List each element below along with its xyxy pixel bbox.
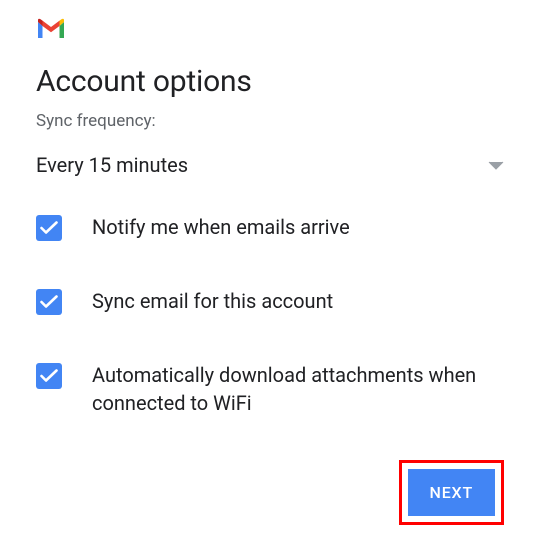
gmail-icon [36,18,66,40]
attachments-checkbox[interactable] [36,363,62,389]
check-icon [40,295,58,309]
sync-checkbox[interactable] [36,289,62,315]
next-highlight-box: NEXT [399,460,504,525]
sync-frequency-label: Sync frequency: [36,111,504,131]
sync-frequency-select[interactable]: Every 15 minutes [36,153,504,177]
gmail-logo [36,18,504,44]
notify-checkbox[interactable] [36,215,62,241]
option-row-sync: Sync email for this account [36,287,504,315]
page-title: Account options [36,64,504,99]
chevron-down-icon [488,156,504,175]
option-row-notify: Notify me when emails arrive [36,213,504,241]
check-icon [40,369,58,383]
sync-label: Sync email for this account [92,287,333,315]
next-button[interactable]: NEXT [408,469,495,516]
attachments-label: Automatically download attachments when … [92,361,504,417]
option-row-attachments: Automatically download attachments when … [36,361,504,417]
notify-label: Notify me when emails arrive [92,213,350,241]
check-icon [40,221,58,235]
sync-frequency-value: Every 15 minutes [36,153,188,177]
